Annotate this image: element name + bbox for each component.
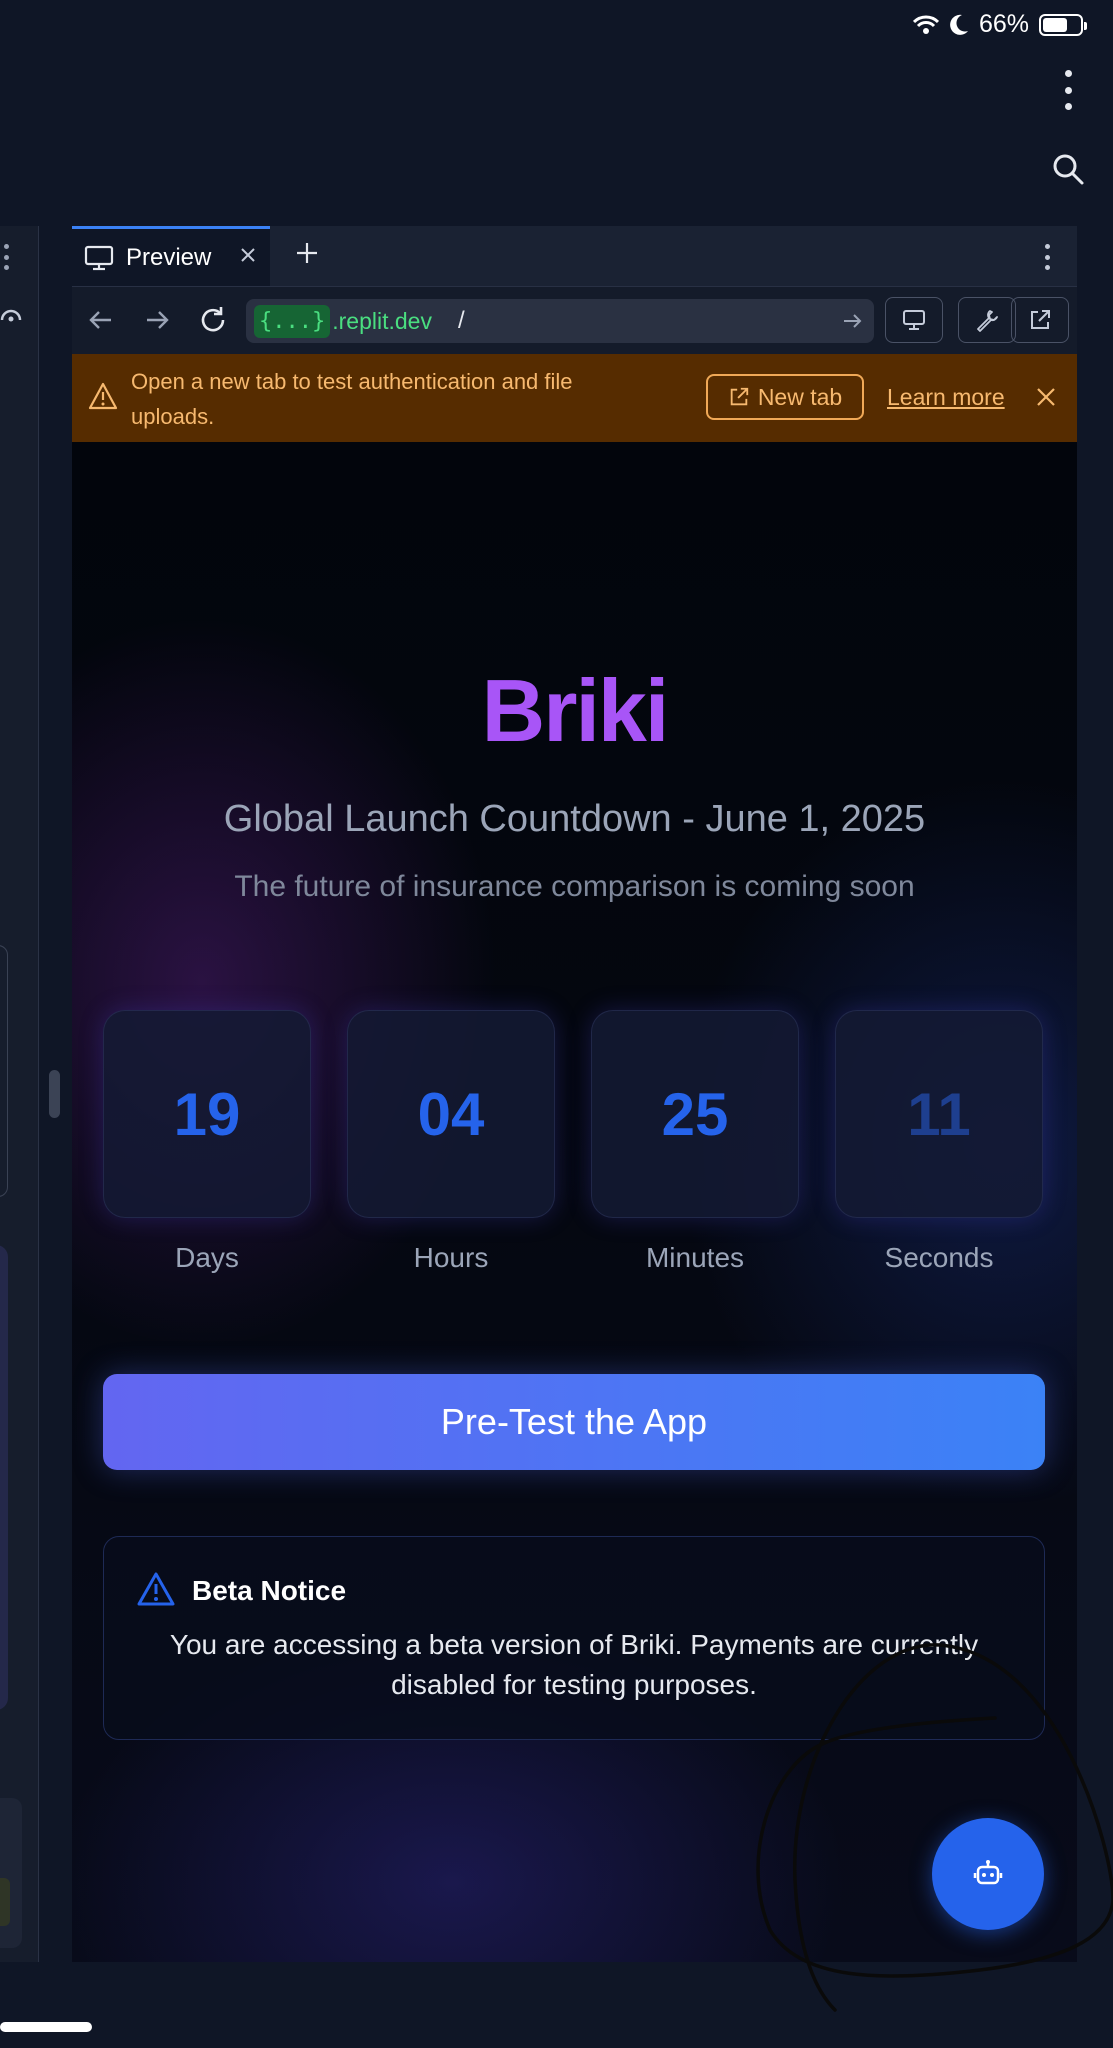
new-tab-button[interactable]: New tab	[706, 374, 864, 420]
gauge-icon[interactable]	[0, 304, 22, 326]
countdown-seconds-box: 11	[835, 1010, 1043, 1218]
more-vertical-icon[interactable]	[1045, 244, 1051, 270]
beta-notice-card: Beta Notice You are accessing a beta ver…	[103, 1536, 1045, 1740]
countdown-days-box: 19	[103, 1010, 311, 1218]
app-more-menu-button[interactable]	[1051, 70, 1085, 110]
countdown-hours-label: Hours	[413, 1242, 489, 1273]
url-input[interactable]: {...} .replit.dev /	[246, 299, 874, 343]
status-bar: 66%	[0, 0, 1113, 50]
countdown-minutes-label: Minutes	[645, 1242, 745, 1273]
status-indicators: 66%	[912, 10, 1087, 39]
url-domain: .replit.dev	[332, 307, 432, 334]
learn-more-link[interactable]: Learn more	[887, 384, 1005, 411]
warning-icon	[137, 1572, 175, 1606]
tab-label: Preview	[126, 243, 212, 271]
monitor-icon	[84, 245, 114, 270]
battery-icon	[1039, 13, 1087, 36]
search-icon[interactable]	[1051, 152, 1085, 186]
countdown-minutes-box: 25	[591, 1010, 799, 1218]
wifi-icon	[912, 15, 939, 34]
plus-icon[interactable]	[294, 240, 320, 266]
external-link-icon	[730, 387, 748, 406]
url-token: {...}	[254, 304, 331, 338]
pre-test-app-button[interactable]: Pre-Test the App	[103, 1374, 1045, 1470]
external-link-icon	[1031, 310, 1050, 329]
moon-icon	[950, 14, 968, 35]
page-tagline: The future of insurance comparison is co…	[234, 870, 915, 903]
beta-notice-text: You are accessing a beta version of Brik…	[169, 1629, 979, 1700]
bot-icon	[973, 1860, 1003, 1885]
warning-icon	[88, 382, 118, 410]
countdown-seconds-label: Seconds	[884, 1242, 994, 1273]
banner-message: Open a new tab to test authentication an…	[131, 369, 573, 429]
left-panel-card	[0, 1798, 22, 1948]
wrench-icon	[977, 310, 998, 332]
panel-resize-handle[interactable]	[49, 1070, 60, 1118]
left-panel-card	[0, 945, 8, 1197]
arrow-right-icon[interactable]	[142, 305, 172, 335]
device-view-button[interactable]	[885, 297, 943, 343]
preview-viewport: Briki Global Launch Countdown - June 1, …	[72, 442, 1077, 1962]
monitor-icon	[903, 310, 925, 330]
brand-logo: Briki	[481, 661, 670, 760]
assistant-bot-button[interactable]	[932, 1818, 1044, 1930]
reload-icon[interactable]	[198, 305, 228, 335]
left-panel-card	[0, 1245, 8, 1710]
arrow-left-icon[interactable]	[86, 305, 116, 335]
devtools-button[interactable]	[958, 297, 1016, 343]
url-path: /	[457, 307, 465, 334]
new-tab-banner: Open a new tab to test authentication an…	[72, 354, 1077, 442]
battery-percent: 66%	[978, 10, 1029, 38]
close-icon[interactable]	[238, 245, 258, 265]
tab-preview[interactable]: Preview	[72, 226, 270, 286]
left-panel-more-icon[interactable]	[4, 244, 12, 270]
close-icon[interactable]	[1035, 386, 1057, 408]
address-bar-row: {...} .replit.dev /	[72, 286, 1077, 355]
countdown-hours-box: 04	[347, 1010, 555, 1218]
new-tab-label: New tab	[757, 383, 843, 410]
countdown-days-label: Days	[175, 1242, 239, 1273]
tab-bar: Preview	[72, 226, 1077, 286]
beta-notice-title: Beta Notice	[192, 1575, 347, 1606]
page-subtitle: Global Launch Countdown - June 1, 2025	[223, 798, 926, 840]
home-indicator	[0, 2022, 92, 2032]
open-external-button[interactable]	[1011, 297, 1069, 343]
arrow-right-icon[interactable]	[842, 311, 862, 331]
